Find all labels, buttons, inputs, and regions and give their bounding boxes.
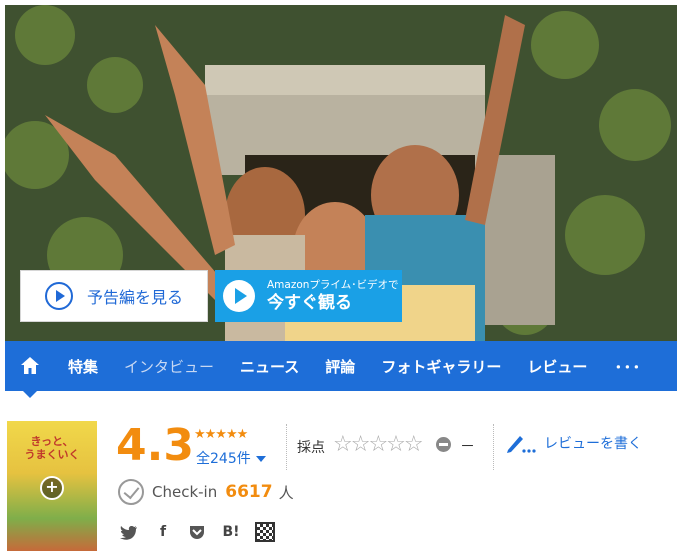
poster-title: きっと、 うまくいく	[12, 435, 92, 461]
home-icon	[21, 357, 39, 374]
poster-title-line2: うまくいく	[24, 448, 80, 461]
watch-now-label: 今すぐ観る	[267, 293, 352, 313]
nav-item-news[interactable]: ニュース	[227, 356, 312, 377]
caret-down-icon	[255, 456, 266, 462]
checkin-label: Check-in	[152, 483, 218, 501]
divider	[286, 424, 287, 470]
review-count: 全245件	[196, 451, 251, 467]
average-score: 4.3	[116, 420, 194, 471]
write-review-label: レビューを書く	[544, 436, 642, 452]
movie-poster[interactable]: きっと、 うまくいく +	[7, 421, 97, 551]
play-circle-icon	[45, 282, 73, 310]
twitter-icon[interactable]	[118, 522, 140, 542]
divider	[493, 424, 494, 470]
nav-item-interview[interactable]: インタビュー	[111, 356, 227, 377]
amazon-prime-caption: Amazonプライム･ビデオで	[267, 279, 399, 291]
checkin-unit: 人	[278, 483, 294, 502]
nav-more-button[interactable]: ･･･	[600, 354, 655, 378]
checkin-count: 6617	[225, 482, 273, 502]
user-rating-stars[interactable]: ☆☆☆☆☆	[333, 432, 424, 457]
add-plus-icon[interactable]: +	[40, 476, 64, 500]
nav-item-review[interactable]: レビュー	[514, 356, 600, 377]
rating-stars-icon: ★★★★★	[194, 427, 248, 442]
share-bar: f B!	[118, 522, 288, 542]
check-circle-icon	[118, 479, 144, 505]
hatena-bookmark-icon[interactable]: B!	[220, 522, 242, 542]
pen-icon	[507, 436, 536, 453]
nav-item-photo-gallery[interactable]: フォトギャラリー	[368, 356, 514, 377]
write-review-button[interactable]: レビューを書く	[506, 432, 642, 454]
pocket-icon[interactable]	[186, 522, 208, 542]
nav-item-critique[interactable]: 評論	[312, 356, 368, 377]
poster-title-line1: きっと、	[30, 435, 74, 448]
grade-value: －	[460, 437, 476, 455]
grade-label: 採点	[297, 440, 325, 456]
amazon-prime-watch-button[interactable]: Amazonプライム･ビデオで 今すぐ観る	[215, 270, 402, 322]
review-count-toggle[interactable]: 全245件	[196, 448, 266, 468]
trailer-button[interactable]: 予告編を見る	[20, 270, 208, 322]
facebook-icon[interactable]: f	[152, 522, 174, 542]
hero-image: 予告編を見る Amazonプライム･ビデオで 今すぐ観る	[5, 5, 677, 341]
play-icon	[223, 280, 255, 312]
movie-nav-bar: 特集 インタビュー ニュース 評論 フォトギャラリー レビュー ･･･	[5, 341, 677, 398]
clear-rating-icon[interactable]	[436, 437, 451, 452]
trailer-label: 予告編を見る	[87, 288, 184, 307]
checkin-row[interactable]: Check-in 6617 人	[118, 479, 294, 505]
nav-item-features[interactable]: 特集	[55, 356, 111, 377]
nav-home[interactable]	[5, 341, 55, 398]
qr-code-icon[interactable]	[254, 522, 276, 542]
